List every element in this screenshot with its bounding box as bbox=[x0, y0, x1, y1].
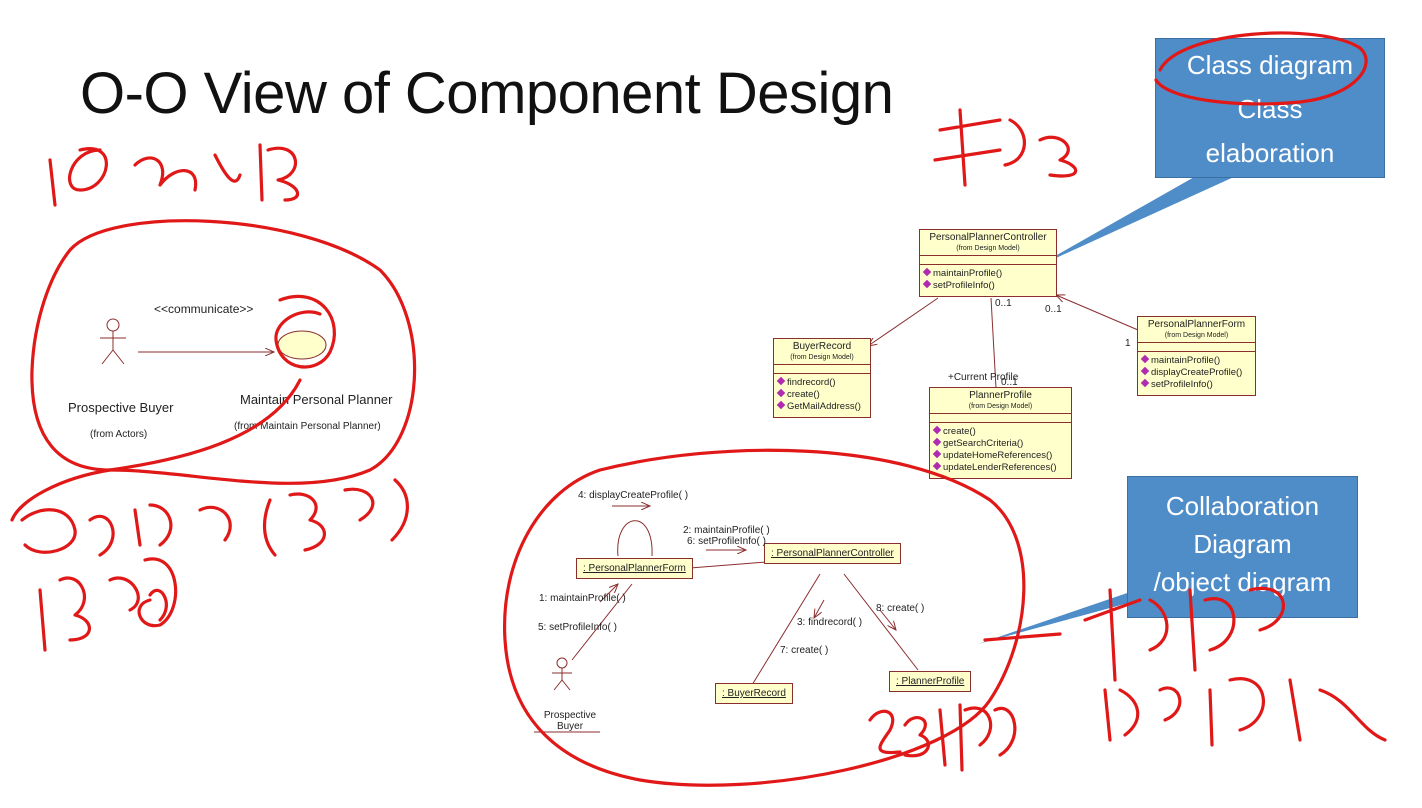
ink-script-class bbox=[933, 108, 1078, 187]
handwritten-annotations bbox=[10, 31, 1387, 787]
ink-circle-use-case bbox=[274, 294, 336, 369]
ink-script-left-top bbox=[48, 143, 299, 207]
ink-dash-line bbox=[983, 632, 1062, 642]
ink-circle-class-diagram bbox=[1154, 31, 1368, 106]
ink-loop-collaboration bbox=[502, 448, 1026, 787]
ink-script-left-low bbox=[38, 557, 178, 652]
ink-script-collab bbox=[868, 703, 1017, 772]
ink-script-left-mid bbox=[20, 478, 409, 557]
ink-script-right bbox=[1083, 586, 1387, 747]
